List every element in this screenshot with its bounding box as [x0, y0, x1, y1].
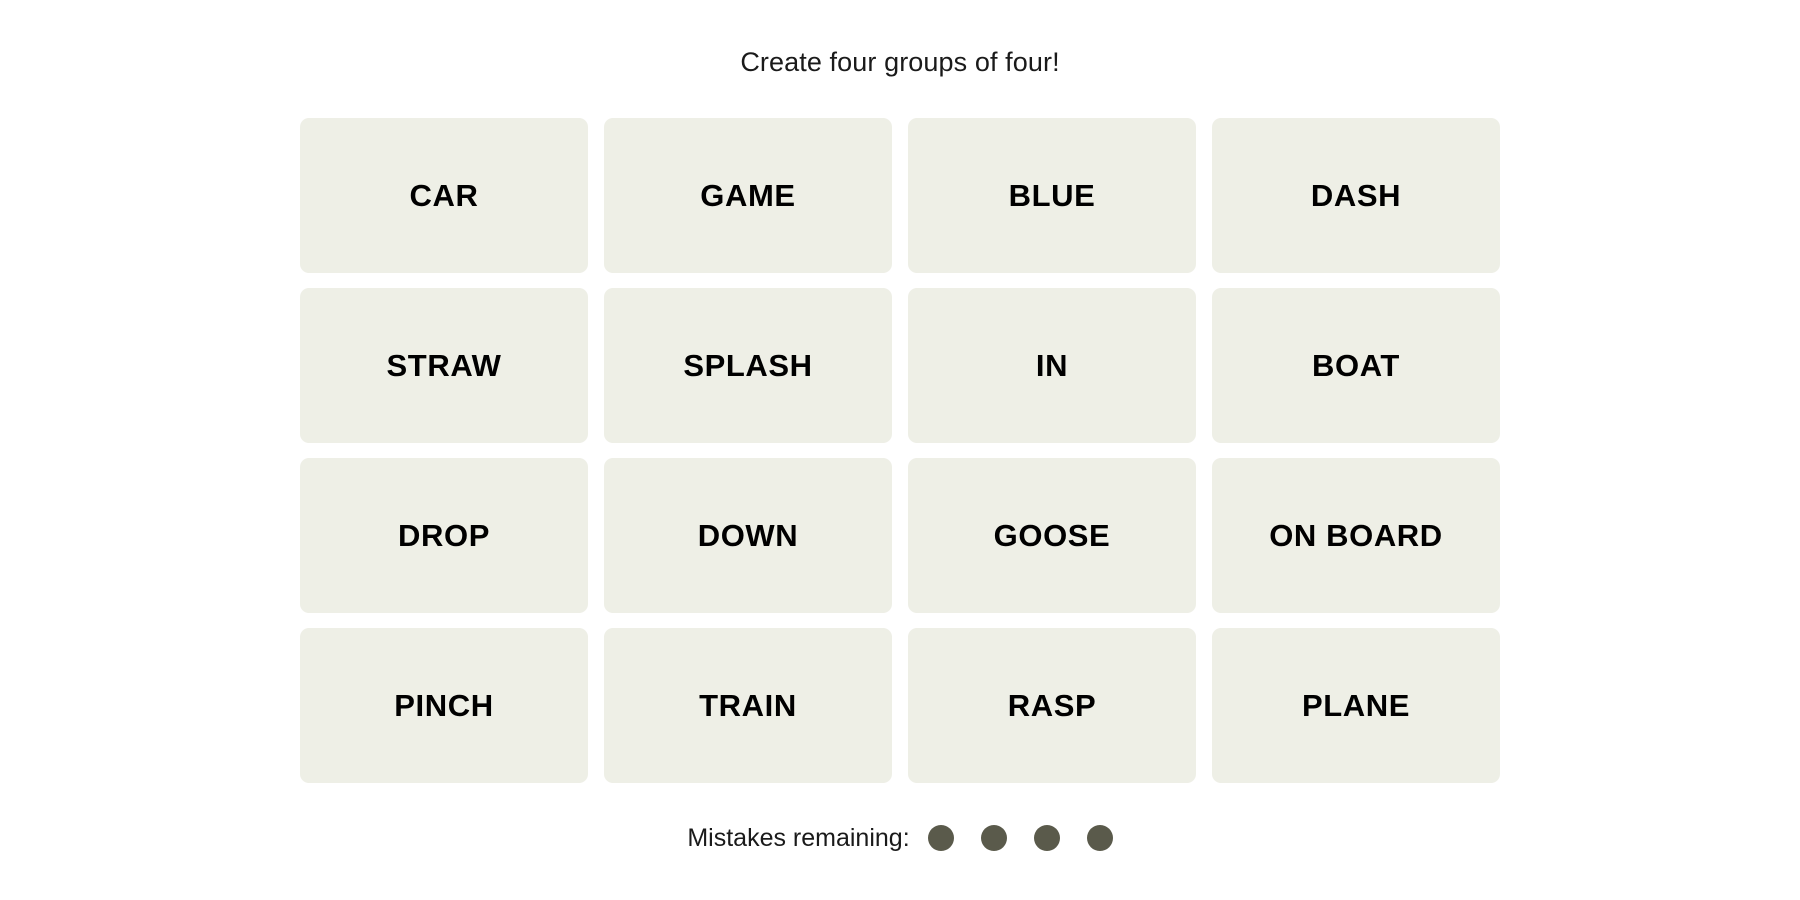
word-tile[interactable]: DOWN [604, 458, 892, 614]
mistake-dot-icon [1086, 825, 1113, 852]
mistakes-remaining-label: Mistakes remaining: [687, 823, 910, 852]
word-tile[interactable]: STRAW [300, 288, 588, 444]
word-tile[interactable]: PINCH [300, 628, 588, 784]
word-tile-label: SPLASH [683, 347, 813, 383]
word-tile[interactable]: GOOSE [908, 458, 1196, 614]
word-tile[interactable]: DASH [1212, 118, 1500, 274]
word-tile[interactable]: BOAT [1212, 288, 1500, 444]
word-tile[interactable]: ON BOARD [1212, 458, 1500, 614]
word-tile-label: BLUE [1008, 177, 1096, 213]
word-tile-label: DASH [1310, 177, 1402, 213]
word-tile[interactable]: CAR [300, 118, 588, 274]
word-tile[interactable]: SPLASH [604, 288, 892, 444]
word-tile-label: RASP [1007, 687, 1097, 723]
word-tile-label: TRAIN [699, 687, 797, 723]
word-tile[interactable]: BLUE [908, 118, 1196, 274]
word-tile-label: GAME [700, 177, 796, 213]
mistake-dot-icon [1033, 825, 1060, 852]
word-tile[interactable]: GAME [604, 118, 892, 274]
connections-game-screen: Create four groups of four! CAR GAME BLU… [0, 0, 1800, 900]
word-grid: CAR GAME BLUE DASH STRAW SPLASH IN BOAT … [300, 118, 1500, 784]
word-tile-label: PINCH [394, 687, 494, 723]
word-tile[interactable]: IN [908, 288, 1196, 444]
mistake-dot-icon [927, 825, 954, 852]
word-tile-label: ON BOARD [1269, 517, 1443, 553]
word-tile-label: DROP [398, 517, 490, 553]
word-tile[interactable]: TRAIN [604, 628, 892, 784]
mistakes-remaining: Mistakes remaining: [687, 823, 1113, 852]
mistakes-dots [927, 825, 1113, 852]
word-tile-label: GOOSE [993, 517, 1111, 553]
word-tile-label: IN [1035, 347, 1069, 383]
word-tile[interactable]: DROP [300, 458, 588, 614]
word-tile-label: PLANE [1301, 687, 1411, 723]
word-tile-label: DOWN [697, 517, 799, 553]
word-tile-label: BOAT [1312, 347, 1400, 383]
word-tile[interactable]: PLANE [1212, 628, 1500, 784]
page-title: Create four groups of four! [740, 47, 1060, 77]
word-tile-label: STRAW [386, 347, 502, 383]
mistake-dot-icon [980, 825, 1007, 852]
word-tile-label: CAR [409, 177, 479, 213]
word-tile[interactable]: RASP [908, 628, 1196, 784]
